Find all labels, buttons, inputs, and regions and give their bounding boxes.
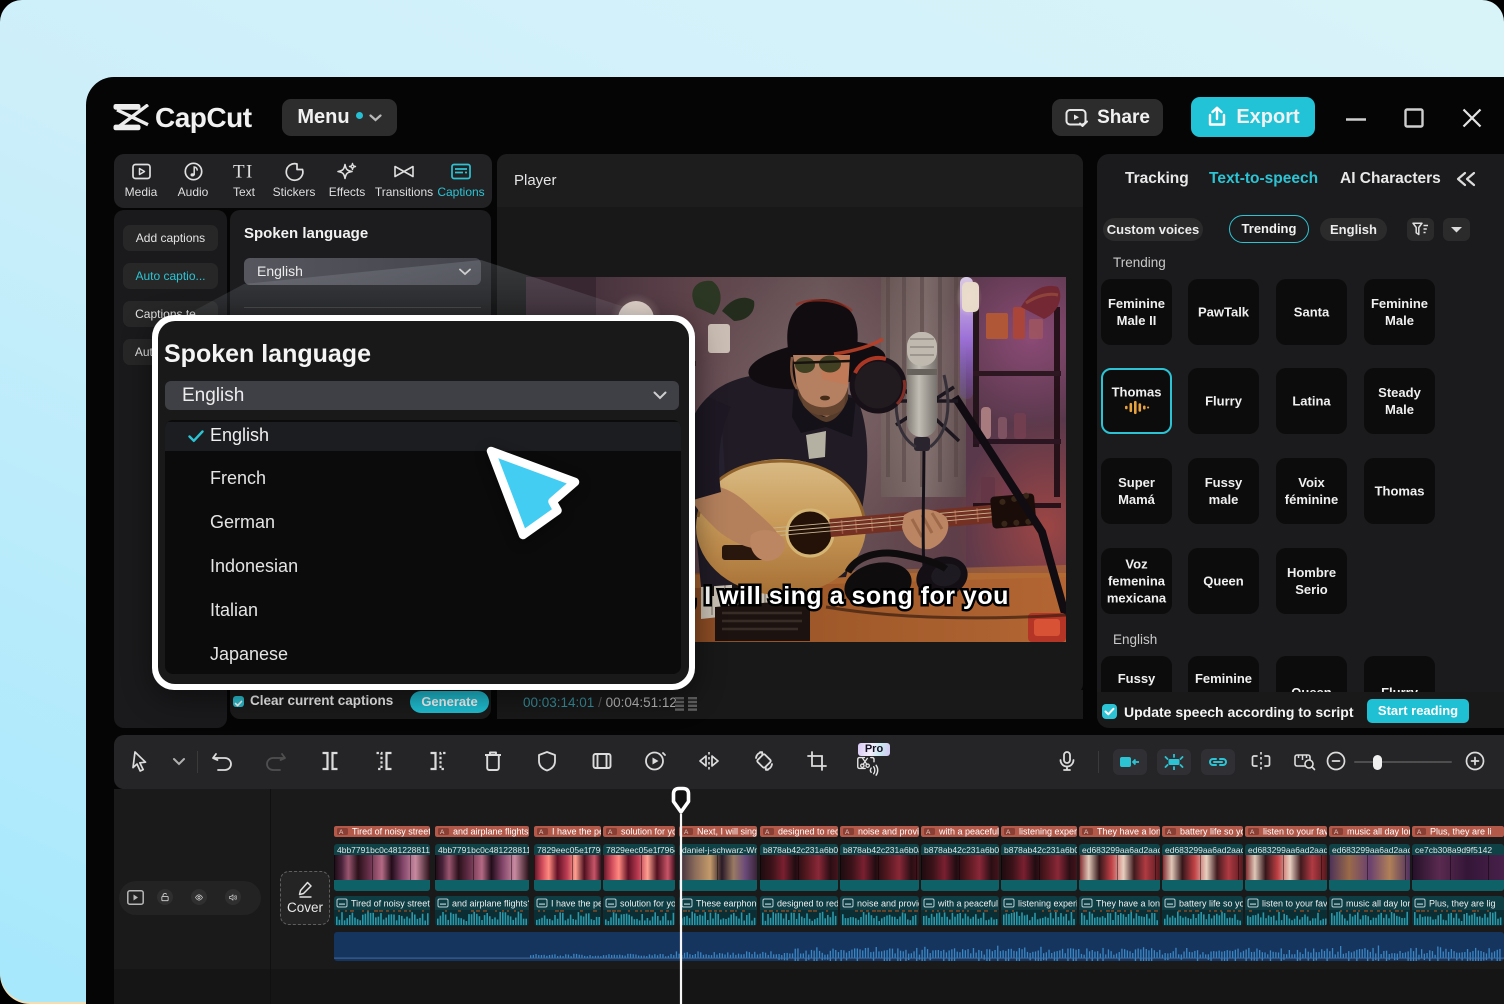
svg-text:A: A <box>608 829 613 836</box>
svg-text:listen to your favori: listen to your favori <box>1263 827 1339 837</box>
svg-text:b878ab42c231a6b0a80: b878ab42c231a6b0a80 <box>924 845 1014 855</box>
svg-text:daniel-j-schwarz-Wnr: daniel-j-schwarz-Wnr <box>682 845 762 855</box>
svg-text:ce7cb308a9d9f5142: ce7cb308a9d9f5142 <box>1415 845 1492 855</box>
svg-text:and airplane flights?: and airplane flights? <box>453 827 534 837</box>
svg-text:with a peaceful: with a peaceful <box>937 899 998 909</box>
svg-text:music all day long.: music all day long. <box>1347 827 1421 837</box>
svg-text:b878ab42c231a6b0a80: b878ab42c231a6b0a80 <box>843 845 933 855</box>
svg-text:and airplane flights?: and airplane flights? <box>452 899 533 909</box>
svg-text:A: A <box>1084 829 1089 836</box>
svg-text:Tired of noisy streets: Tired of noisy streets <box>352 827 436 837</box>
svg-text:A: A <box>1006 829 1011 836</box>
svg-text:listen to your favorit: listen to your favorit <box>1262 899 1341 909</box>
svg-text:They have a long: They have a long <box>1097 827 1166 837</box>
svg-text:A: A <box>1250 829 1255 836</box>
svg-text:A: A <box>765 829 770 836</box>
svg-text:I: I <box>246 162 252 183</box>
svg-text:4bb7791bc0c481228811f4e: 4bb7791bc0c481228811f4e <box>438 845 543 855</box>
svg-text:A: A <box>539 829 544 836</box>
svg-text:A: A <box>845 829 850 836</box>
svg-text:b878ab42c231a6b0a80: b878ab42c231a6b0a80 <box>763 845 853 855</box>
svg-text:A: A <box>1334 829 1339 836</box>
svg-text:Plus, they are lig: Plus, they are lig <box>1429 899 1496 909</box>
svg-text:A: A <box>440 829 445 836</box>
svg-text:music all day long.: music all day long. <box>1346 899 1420 909</box>
svg-text:ed683299aa6ad2aad8b3: ed683299aa6ad2aad8b3 <box>1248 845 1343 855</box>
svg-text:T: T <box>233 162 245 183</box>
svg-text:Plus, they are li: Plus, they are li <box>1430 827 1492 837</box>
svg-text:A: A <box>339 829 344 836</box>
svg-text:A: A <box>926 829 931 836</box>
svg-text:A: A <box>1167 829 1172 836</box>
svg-text:noise and provide: noise and provide <box>858 827 929 837</box>
svg-text:They have a long: They have a long <box>1096 899 1165 909</box>
svg-text:with a peaceful: with a peaceful <box>938 827 999 837</box>
svg-text:A: A <box>1417 829 1422 836</box>
svg-text:4bb7791bc0c481228811f4e: 4bb7791bc0c481228811f4e <box>337 845 442 855</box>
svg-text:Tired of noisy streets: Tired of noisy streets <box>351 899 435 909</box>
